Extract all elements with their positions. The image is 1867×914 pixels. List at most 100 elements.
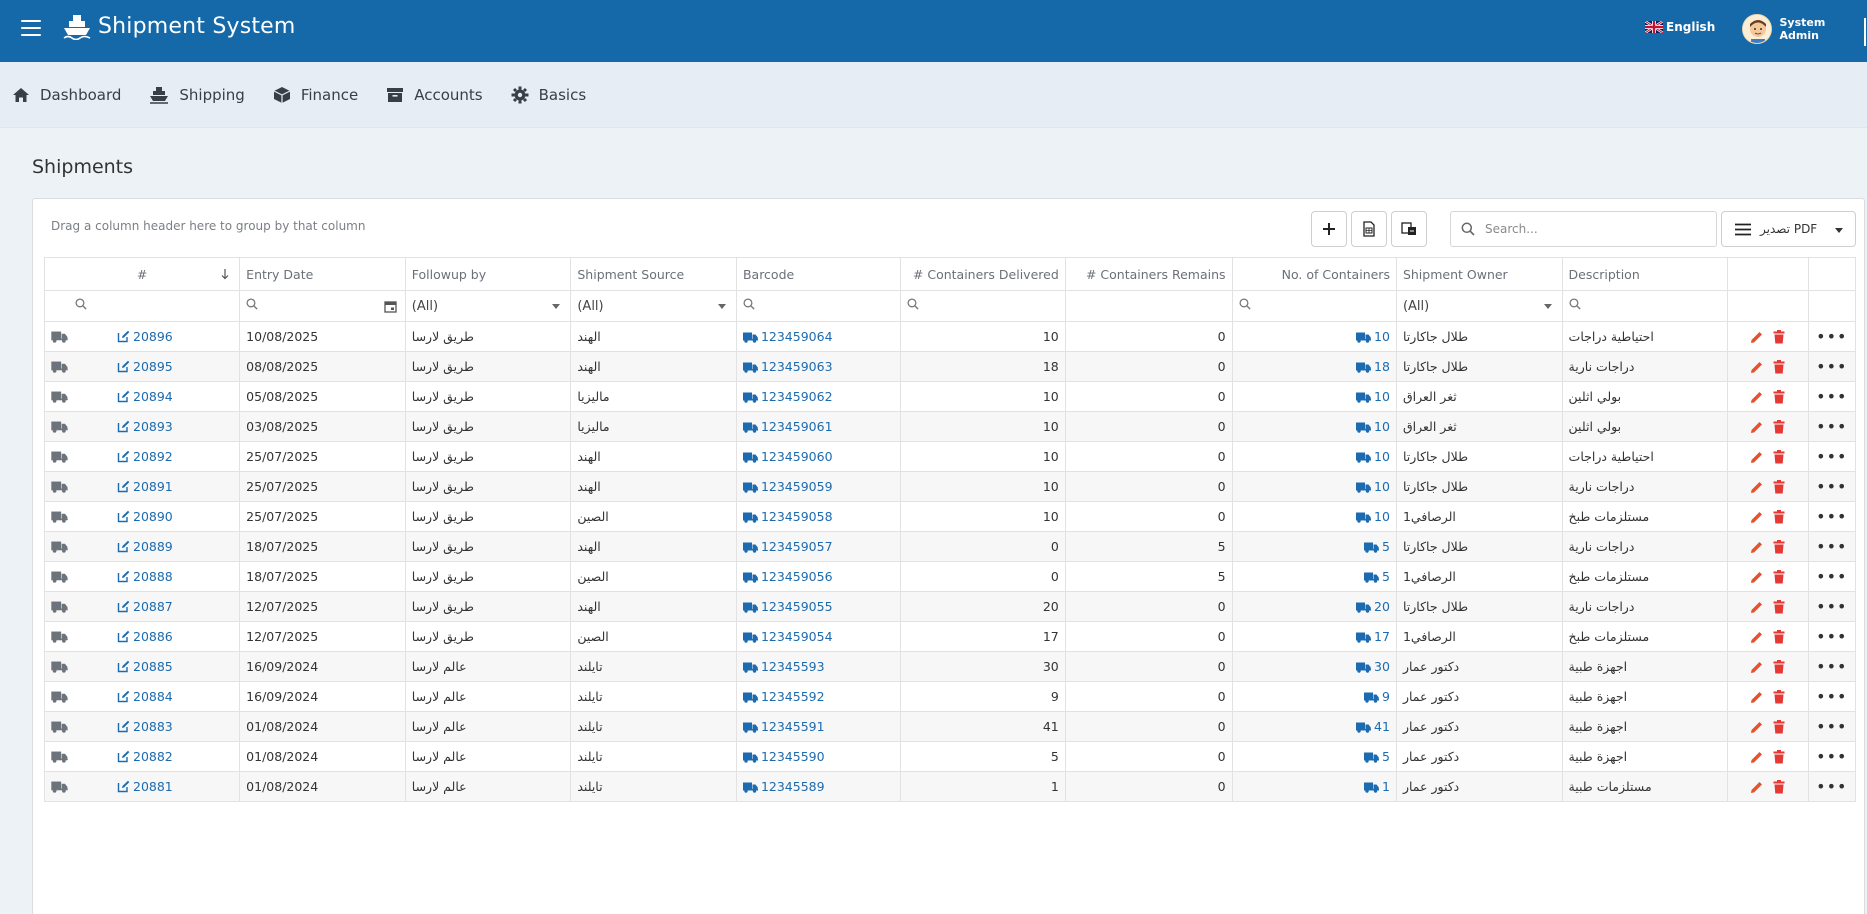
shipment-truck-icon[interactable] bbox=[51, 331, 68, 343]
more-options-icon[interactable]: ••• bbox=[1816, 387, 1847, 406]
shipment-id-link[interactable]: 20891 bbox=[117, 479, 173, 494]
containers-link[interactable]: 18 bbox=[1356, 359, 1390, 374]
barcode-link[interactable]: 123459056 bbox=[742, 569, 833, 584]
delete-icon[interactable] bbox=[1773, 510, 1785, 524]
table-row[interactable]: 20886 12/07/2025 طريق لارسا الصين 123459054 1… bbox=[43, 621, 1857, 652]
table-row[interactable]: 20887 12/07/2025 طريق لارسا الهند 123459055 2… bbox=[43, 591, 1857, 622]
edit-icon[interactable] bbox=[1750, 601, 1763, 614]
filter-id[interactable] bbox=[43, 290, 241, 322]
shipment-id-link[interactable]: 20892 bbox=[117, 449, 173, 464]
shipment-id-link[interactable]: 20895 bbox=[117, 359, 173, 374]
shipment-id-link[interactable]: 20888 bbox=[117, 569, 173, 584]
table-row[interactable]: 20882 01/08/2024 عالم لارسا تايلند 12345590 5… bbox=[43, 741, 1857, 772]
containers-link[interactable]: 10 bbox=[1356, 449, 1390, 464]
shipment-truck-icon[interactable] bbox=[51, 511, 68, 523]
edit-icon[interactable] bbox=[1750, 721, 1763, 734]
nav-shipping[interactable]: Shipping bbox=[149, 86, 245, 104]
filter-source[interactable]: (All) bbox=[570, 290, 737, 322]
delete-icon[interactable] bbox=[1773, 630, 1785, 644]
table-row[interactable]: 20892 25/07/2025 طريق لارسا الهند 123459060 1… bbox=[43, 441, 1857, 472]
delete-icon[interactable] bbox=[1773, 540, 1785, 554]
edit-icon[interactable] bbox=[1750, 631, 1763, 644]
col-header-description[interactable]: Description bbox=[1561, 257, 1729, 291]
more-options-icon[interactable]: ••• bbox=[1816, 537, 1847, 556]
delete-icon[interactable] bbox=[1773, 570, 1785, 584]
containers-link[interactable]: 5 bbox=[1364, 749, 1390, 764]
shipment-truck-icon[interactable] bbox=[51, 571, 68, 583]
edit-icon[interactable] bbox=[1750, 781, 1763, 794]
table-row[interactable]: 20896 10/08/2025 طريق لارسا الهند 123459064 1… bbox=[43, 321, 1857, 352]
edit-icon[interactable] bbox=[1750, 361, 1763, 374]
more-options-icon[interactable]: ••• bbox=[1816, 597, 1847, 616]
delete-icon[interactable] bbox=[1773, 720, 1785, 734]
containers-link[interactable]: 10 bbox=[1356, 419, 1390, 434]
barcode-link[interactable]: 123459058 bbox=[742, 509, 833, 524]
more-options-icon[interactable]: ••• bbox=[1816, 327, 1847, 346]
barcode-link[interactable]: 12345591 bbox=[742, 719, 825, 734]
delete-icon[interactable] bbox=[1773, 360, 1785, 374]
barcode-link[interactable]: 123459063 bbox=[742, 359, 833, 374]
shipment-truck-icon[interactable] bbox=[51, 451, 68, 463]
export-excel-button[interactable] bbox=[1351, 211, 1387, 247]
shipment-id-link[interactable]: 20896 bbox=[117, 329, 173, 344]
barcode-link[interactable]: 123459054 bbox=[742, 629, 833, 644]
delete-icon[interactable] bbox=[1773, 660, 1785, 674]
filter-delivered[interactable] bbox=[900, 290, 1066, 322]
col-header-entry-date[interactable]: Entry Date bbox=[239, 257, 406, 291]
table-row[interactable]: 20881 01/08/2024 عالم لارسا تايلند 12345589 1… bbox=[43, 771, 1857, 802]
shipment-id-link[interactable]: 20885 bbox=[117, 659, 173, 674]
filter-description[interactable] bbox=[1561, 290, 1729, 322]
shipment-truck-icon[interactable] bbox=[51, 361, 68, 373]
more-options-icon[interactable]: ••• bbox=[1816, 717, 1847, 736]
shipment-truck-icon[interactable] bbox=[51, 601, 68, 613]
col-header-remains[interactable]: # Containers Remains bbox=[1064, 257, 1233, 291]
col-header-followup[interactable]: Followup by bbox=[404, 257, 572, 291]
table-row[interactable]: 20890 25/07/2025 طريق لارسا الصين 123459058 1… bbox=[43, 501, 1857, 532]
nav-accounts[interactable]: Accounts bbox=[386, 86, 483, 104]
menu-toggle-icon[interactable] bbox=[21, 20, 41, 36]
table-row[interactable]: 20894 05/08/2025 طريق لارسا ماليزيا 12345906… bbox=[43, 381, 1857, 412]
table-row[interactable]: 20895 08/08/2025 طريق لارسا الهند 123459063 1… bbox=[43, 351, 1857, 382]
shipment-truck-icon[interactable] bbox=[51, 721, 68, 733]
shipment-id-link[interactable]: 20886 bbox=[117, 629, 173, 644]
delete-icon[interactable] bbox=[1773, 390, 1785, 404]
edit-icon[interactable] bbox=[1750, 541, 1763, 554]
barcode-link[interactable]: 12345589 bbox=[742, 779, 825, 794]
more-options-icon[interactable]: ••• bbox=[1816, 627, 1847, 646]
shipment-truck-icon[interactable] bbox=[51, 481, 68, 493]
nav-basics[interactable]: Basics bbox=[511, 86, 586, 104]
containers-link[interactable]: 10 bbox=[1356, 329, 1390, 344]
more-options-icon[interactable]: ••• bbox=[1816, 567, 1847, 586]
delete-icon[interactable] bbox=[1773, 690, 1785, 704]
shipment-truck-icon[interactable] bbox=[51, 421, 68, 433]
edit-icon[interactable] bbox=[1750, 451, 1763, 464]
table-row[interactable]: 20893 03/08/2025 طريق لارسا ماليزيا 12345906… bbox=[43, 411, 1857, 442]
filter-followup[interactable]: (All) bbox=[404, 290, 572, 322]
delete-icon[interactable] bbox=[1773, 330, 1785, 344]
table-row[interactable]: 20891 25/07/2025 طريق لارسا الهند 123459059 1… bbox=[43, 471, 1857, 502]
delete-icon[interactable] bbox=[1773, 480, 1785, 494]
more-options-icon[interactable]: ••• bbox=[1816, 417, 1847, 436]
shipment-truck-icon[interactable] bbox=[51, 691, 68, 703]
delete-icon[interactable] bbox=[1773, 780, 1785, 794]
edit-icon[interactable] bbox=[1750, 511, 1763, 524]
edit-icon[interactable] bbox=[1750, 571, 1763, 584]
barcode-link[interactable]: 12345593 bbox=[742, 659, 825, 674]
table-row[interactable]: 20889 18/07/2025 طريق لارسا الهند 123459057 0… bbox=[43, 531, 1857, 562]
containers-link[interactable]: 9 bbox=[1364, 689, 1390, 704]
brand[interactable]: Shipment System bbox=[62, 12, 296, 40]
nav-dashboard[interactable]: Dashboard bbox=[12, 86, 121, 104]
column-chooser-button[interactable] bbox=[1391, 211, 1427, 247]
more-options-icon[interactable]: ••• bbox=[1816, 777, 1847, 796]
table-row[interactable]: 20883 01/08/2024 عالم لارسا تايلند 12345591 4… bbox=[43, 711, 1857, 742]
add-button[interactable] bbox=[1311, 211, 1347, 247]
shipment-id-link[interactable]: 20893 bbox=[117, 419, 173, 434]
barcode-link[interactable]: 123459057 bbox=[742, 539, 833, 554]
containers-link[interactable]: 5 bbox=[1364, 539, 1390, 554]
containers-link[interactable]: 10 bbox=[1356, 389, 1390, 404]
edit-icon[interactable] bbox=[1750, 751, 1763, 764]
col-header-barcode[interactable]: Barcode bbox=[735, 257, 902, 291]
more-options-icon[interactable]: ••• bbox=[1816, 747, 1847, 766]
group-panel-hint[interactable]: Drag a column header here to group by th… bbox=[51, 219, 365, 233]
barcode-link[interactable]: 12345592 bbox=[742, 689, 825, 704]
